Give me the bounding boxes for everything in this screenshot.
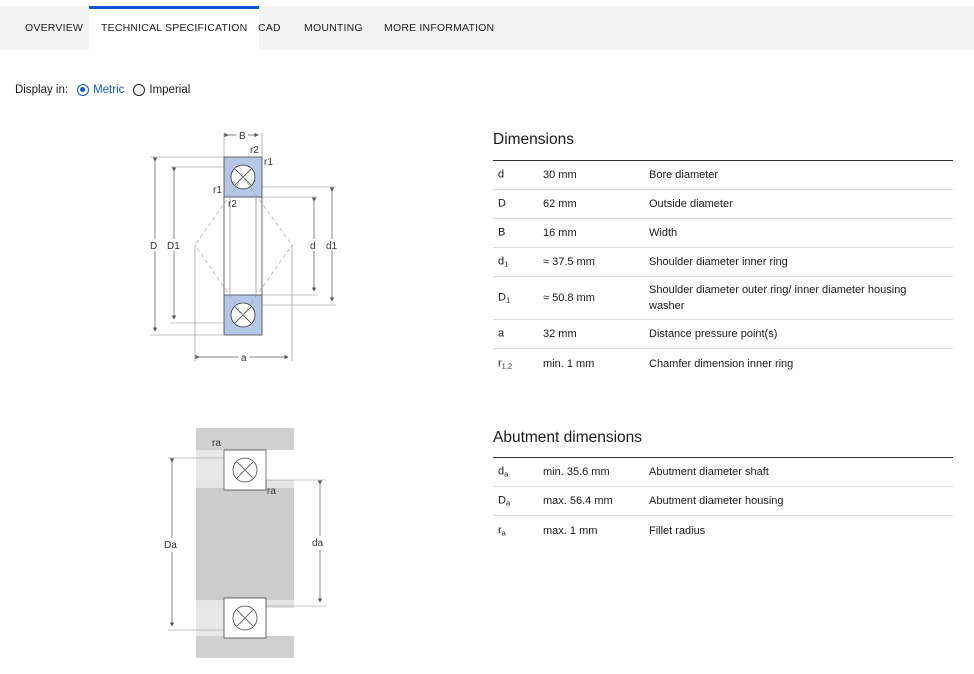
- row-symbol: r1,2: [498, 357, 513, 370]
- row-description: Chamfer dimension inner ring: [649, 357, 794, 370]
- abutment-table: da min. 35.6 mm Abutment diameter shaft …: [493, 457, 953, 545]
- tab-more-information[interactable]: MORE INFORMATION: [384, 6, 494, 50]
- table-row: da min. 35.6 mm Abutment diameter shaft: [493, 458, 953, 487]
- row-symbol: D1: [498, 291, 511, 305]
- radio-metric[interactable]: Metric: [77, 84, 124, 96]
- label-d1: d1: [326, 241, 338, 252]
- housing-top: [196, 428, 294, 450]
- row-value: ≈ 50.8 mm: [543, 292, 595, 304]
- table-row: D1 ≈ 50.8 mm Shoulder diameter outer rin…: [493, 277, 953, 320]
- bearing-bottom: [223, 597, 267, 639]
- row-symbol: da: [498, 465, 509, 479]
- radio-imperial[interactable]: Imperial: [133, 84, 190, 96]
- label-r2-inner: r2: [228, 199, 237, 210]
- row-symbol: Da: [498, 494, 511, 508]
- table-row: B 16 mm Width: [493, 219, 953, 248]
- row-description: Abutment diameter housing: [649, 495, 784, 507]
- bearing-top: [223, 449, 267, 491]
- row-value: max. 56.4 mm: [543, 495, 613, 507]
- display-in-label: Display in:: [15, 84, 69, 96]
- row-description: Shoulder diameter outer ring/ inner diam…: [649, 284, 907, 312]
- table-row: a 32 mm Distance pressure point(s): [493, 320, 953, 349]
- tab-overview[interactable]: OVERVIEW: [25, 6, 83, 50]
- label-r2-top: r2: [250, 145, 259, 156]
- table-row: ra max. 1 mm Fillet radius: [493, 516, 953, 545]
- label-da: da: [312, 538, 324, 549]
- radio-checked-icon: [77, 84, 90, 96]
- label-a: a: [241, 353, 247, 364]
- row-symbol: d1: [498, 255, 509, 269]
- tab-bar: OVERVIEW TECHNICAL SPECIFICATION CAD MOU…: [0, 6, 974, 50]
- table-row: r1,2 min. 1 mm Chamfer dimension inner r…: [493, 349, 953, 378]
- label-ra-top: ra: [212, 438, 221, 449]
- row-value: min. 35.6 mm: [543, 466, 610, 478]
- label-d: d: [310, 241, 316, 252]
- row-description: Shoulder diameter inner ring: [649, 256, 788, 268]
- tab-technical-specification[interactable]: TECHNICAL SPECIFICATION: [89, 6, 260, 50]
- row-description: Fillet radius: [649, 524, 706, 537]
- tab-mounting[interactable]: MOUNTING: [304, 6, 363, 50]
- bearing-dimension-diagram: B r2 r1 r1 r2 D D1 d d1 a: [148, 129, 340, 364]
- row-symbol: d: [498, 168, 505, 181]
- table-row: d1 ≈ 37.5 mm Shoulder diameter inner rin…: [493, 248, 953, 277]
- row-value: ≈ 37.5 mm: [543, 256, 595, 268]
- housing-bottom: [196, 636, 294, 658]
- dimensions-table: d 30 mm Bore diameter D 62 mm Outside di…: [493, 160, 953, 378]
- row-description: Width: [649, 227, 678, 239]
- row-value: 32 mm: [543, 328, 577, 340]
- row-description: Abutment diameter shaft: [649, 466, 769, 478]
- row-symbol: D: [498, 197, 506, 210]
- row-symbol: B: [498, 226, 506, 239]
- label-r1-left: r1: [213, 185, 222, 196]
- label-D: D: [150, 241, 157, 252]
- abutment-dimension-diagram: Da da ra ra: [162, 428, 332, 658]
- table-row: Da max. 56.4 mm Abutment diameter housin…: [493, 487, 953, 516]
- row-value: 62 mm: [543, 198, 577, 210]
- radio-metric-label: Metric: [93, 84, 125, 96]
- row-description: Outside diameter: [649, 198, 733, 210]
- shaft: [196, 488, 294, 600]
- label-Da: Da: [164, 540, 177, 551]
- radio-unchecked-icon: [133, 84, 146, 96]
- row-value: min. 1 mm: [543, 357, 595, 370]
- row-description: Bore diameter: [649, 169, 719, 181]
- label-B: B: [239, 131, 246, 142]
- label-ra-inner: ra: [267, 486, 276, 497]
- row-value: max. 1 mm: [543, 524, 598, 537]
- table-row: D 62 mm Outside diameter: [493, 190, 953, 219]
- abutment-title: Abutment dimensions: [493, 429, 643, 446]
- label-D1: D1: [167, 241, 180, 252]
- row-symbol: a: [498, 327, 505, 340]
- table-row: d 30 mm Bore diameter: [493, 161, 953, 190]
- tab-cad[interactable]: CAD: [258, 6, 281, 50]
- radio-imperial-label: Imperial: [149, 84, 191, 96]
- row-value: 16 mm: [543, 227, 577, 239]
- row-description: Distance pressure point(s): [649, 328, 778, 340]
- dimensions-title: Dimensions: [493, 131, 574, 148]
- label-r1-top: r1: [264, 157, 273, 168]
- row-symbol: ra: [498, 524, 506, 537]
- unit-selector: Display in: Metric Imperial: [15, 82, 190, 98]
- row-value: 30 mm: [543, 169, 577, 181]
